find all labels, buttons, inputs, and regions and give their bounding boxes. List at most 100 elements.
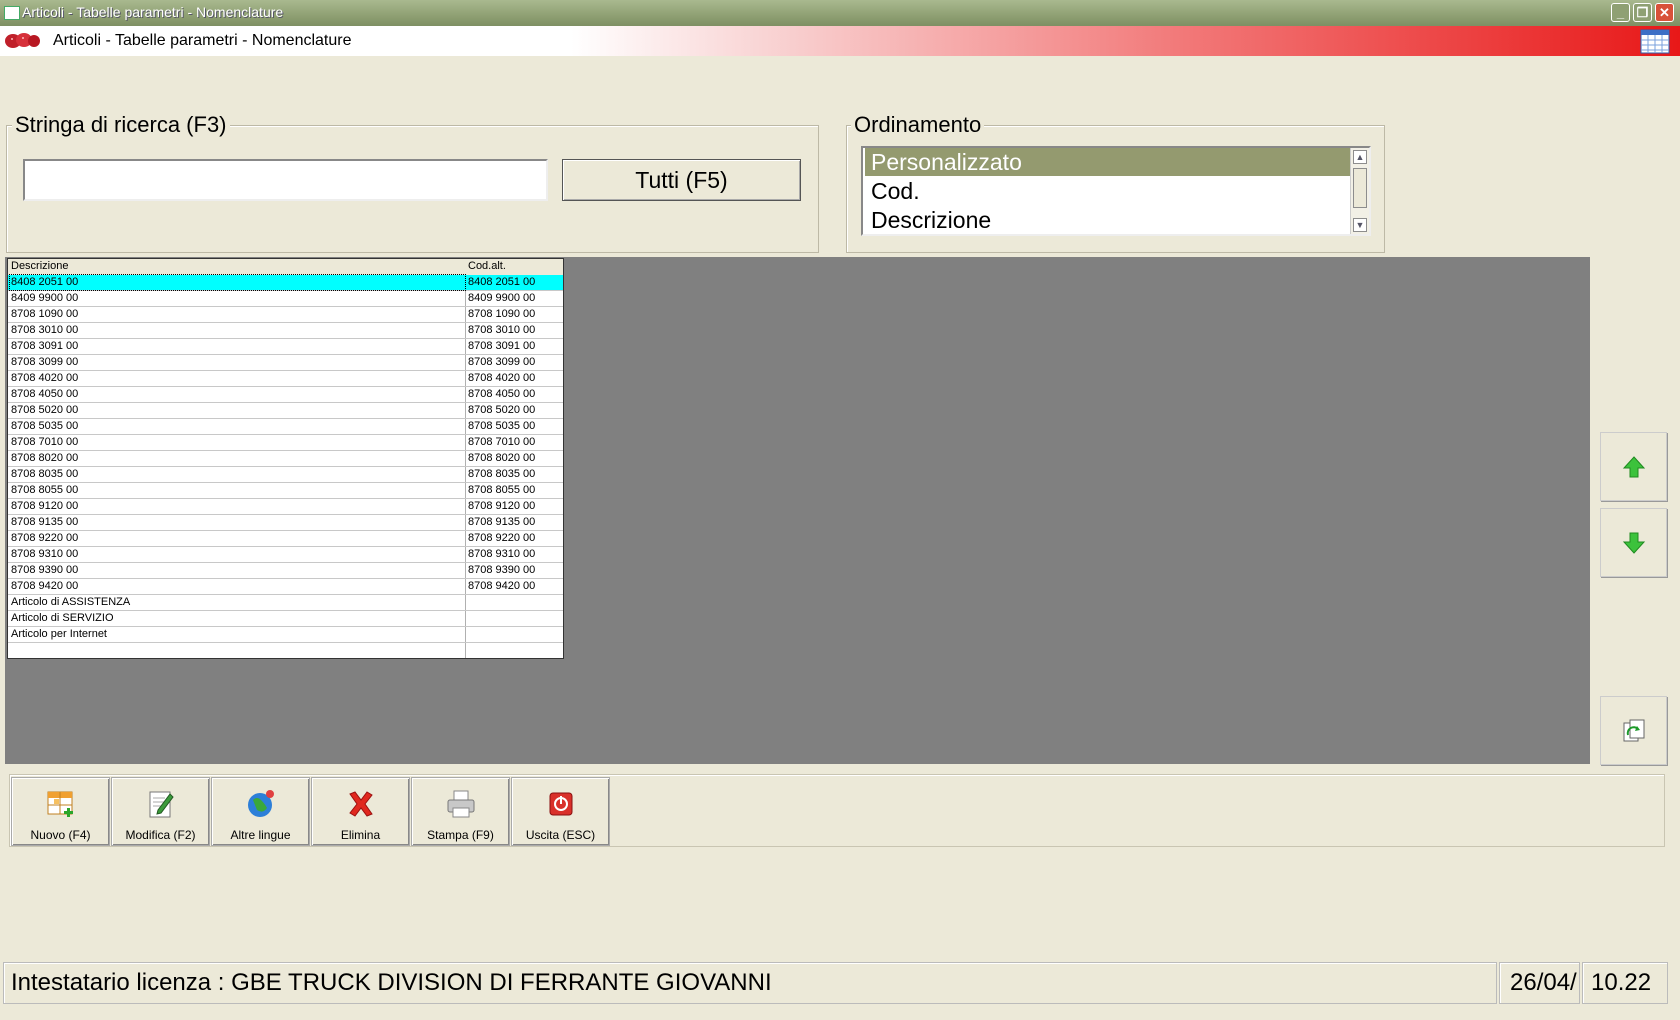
table-row[interactable]: 8409 9900 00 8409 9900 00 — [8, 291, 563, 307]
cell-descrizione[interactable]: Articolo per Internet — [11, 627, 466, 642]
delete-button[interactable]: Elimina — [311, 777, 410, 846]
scroll-thumb[interactable] — [1353, 168, 1367, 208]
table-row[interactable]: 8708 9390 00 8708 9390 00 — [8, 563, 563, 579]
move-down-button[interactable] — [1600, 508, 1667, 577]
cell-cod-alt[interactable]: 8708 7010 00 — [468, 435, 563, 450]
table-row[interactable]: 8708 3010 00 8708 3010 00 — [8, 323, 563, 339]
print-button[interactable]: Stampa (F9) — [411, 777, 510, 846]
cell-descrizione[interactable]: 8708 8035 00 — [11, 467, 466, 482]
form-header: Articoli - Tabelle parametri - Nomenclat… — [0, 26, 1680, 56]
table-row[interactable]: 8708 9420 00 8708 9420 00 — [8, 579, 563, 595]
cell-descrizione[interactable]: 8708 4020 00 — [11, 371, 466, 386]
table-row[interactable]: 8708 5020 00 8708 5020 00 — [8, 403, 563, 419]
cell-descrizione[interactable]: 8708 1090 00 — [11, 307, 466, 322]
cell-cod-alt[interactable]: 8408 2051 00 — [468, 275, 563, 290]
window-title: Articoli - Tabelle parametri - Nomenclat… — [22, 4, 284, 20]
cell-cod-alt[interactable]: 8708 9310 00 — [468, 547, 563, 562]
table-row[interactable]: 8708 9220 00 8708 9220 00 — [8, 531, 563, 547]
table-row[interactable]: 8708 9120 00 8708 9120 00 — [8, 499, 563, 515]
table-row[interactable]: 8708 4020 00 8708 4020 00 — [8, 371, 563, 387]
close-button[interactable]: ✕ — [1655, 3, 1674, 22]
table-row[interactable]: Articolo di SERVIZIO — [8, 611, 563, 627]
table-row[interactable]: 8708 7010 00 8708 7010 00 — [8, 435, 563, 451]
other-languages-button[interactable]: Altre lingue — [211, 777, 310, 846]
table-row[interactable]: 8708 8055 00 8708 8055 00 — [8, 483, 563, 499]
cell-descrizione[interactable]: 8708 4050 00 — [11, 387, 466, 402]
edit-button[interactable]: Modifica (F2) — [111, 777, 210, 846]
cell-descrizione[interactable]: 8708 5035 00 — [11, 419, 466, 434]
minimize-button[interactable]: _ — [1611, 3, 1630, 22]
table-row[interactable]: 8708 3099 00 8708 3099 00 — [8, 355, 563, 371]
cell-descrizione[interactable]: 8708 9420 00 — [11, 579, 466, 594]
cell-descrizione[interactable]: 8708 8055 00 — [11, 483, 466, 498]
move-up-button[interactable] — [1600, 432, 1667, 501]
cell-descrizione[interactable]: 8708 9310 00 — [11, 547, 466, 562]
window-title-bar[interactable]: Articoli - Tabelle parametri - Nomenclat… — [0, 0, 1680, 27]
table-row[interactable]: 8708 8020 00 8708 8020 00 — [8, 451, 563, 467]
cell-descrizione[interactable]: Articolo di ASSISTENZA — [11, 595, 466, 610]
new-button[interactable]: Nuovo (F4) — [11, 777, 110, 846]
cell-cod-alt[interactable]: 8708 4020 00 — [468, 371, 563, 386]
sort-option-descrizione[interactable]: Descrizione — [865, 206, 1353, 234]
restore-button[interactable]: ❐ — [1633, 3, 1652, 22]
cell-cod-alt[interactable]: 8708 9120 00 — [468, 499, 563, 514]
cell-cod-alt[interactable]: 8708 3091 00 — [468, 339, 563, 354]
table-row[interactable]: 8408 2051 00 8408 2051 00 — [8, 274, 563, 291]
cell-cod-alt[interactable]: 8708 3010 00 — [468, 323, 563, 338]
nomenclature-grid[interactable]: Descrizione Cod.alt. 8408 2051 00 8408 20… — [7, 258, 564, 659]
cell-cod-alt[interactable]: 8708 4050 00 — [468, 387, 563, 402]
table-row[interactable]: 8708 4050 00 8708 4050 00 — [8, 387, 563, 403]
cell-descrizione[interactable]: 8708 9390 00 — [11, 563, 466, 578]
exit-button[interactable]: Uscita (ESC) — [511, 777, 610, 846]
sort-option-cod[interactable]: Cod. — [865, 177, 1353, 205]
cell-descrizione[interactable]: 8408 2051 00 — [9, 274, 466, 291]
cell-cod-alt[interactable]: 8708 8055 00 — [468, 483, 563, 498]
cell-descrizione[interactable]: 8708 5020 00 — [11, 403, 466, 418]
cell-cod-alt[interactable]: 8708 9390 00 — [468, 563, 563, 578]
table-row[interactable]: Articolo di ASSISTENZA — [8, 595, 563, 611]
table-row[interactable] — [8, 643, 563, 658]
show-all-button[interactable]: Tutti (F5) — [562, 159, 801, 201]
cell-cod-alt[interactable]: 8708 8035 00 — [468, 467, 563, 482]
search-input[interactable] — [23, 159, 548, 201]
cell-descrizione[interactable]: 8708 9120 00 — [11, 499, 466, 514]
table-row[interactable]: 8708 9310 00 8708 9310 00 — [8, 547, 563, 563]
column-header-descrizione[interactable]: Descrizione — [11, 259, 466, 274]
cell-descrizione[interactable]: 8708 8020 00 — [11, 451, 466, 466]
table-row[interactable]: 8708 3091 00 8708 3091 00 — [8, 339, 563, 355]
cell-descrizione[interactable]: Articolo di SERVIZIO — [11, 611, 466, 626]
refresh-icon — [1623, 719, 1644, 741]
cell-descrizione[interactable]: 8708 3091 00 — [11, 339, 466, 354]
table-row[interactable]: 8708 1090 00 8708 1090 00 — [8, 307, 563, 323]
cell-cod-alt[interactable]: 8708 5035 00 — [468, 419, 563, 434]
scroll-down-icon[interactable]: ▼ — [1353, 218, 1367, 232]
column-header-cod-alt[interactable]: Cod.alt. — [468, 259, 563, 274]
license-status: Intestatario licenza : GBE TRUCK DIVISIO… — [3, 962, 1497, 1004]
new-table-icon — [47, 791, 73, 817]
scroll-up-icon[interactable]: ▲ — [1353, 150, 1367, 164]
table-row[interactable]: 8708 9135 00 8708 9135 00 — [8, 515, 563, 531]
cell-cod-alt[interactable]: 8708 5020 00 — [468, 403, 563, 418]
cell-descrizione[interactable]: 8708 7010 00 — [11, 435, 466, 450]
cell-cod-alt[interactable]: 8708 9220 00 — [468, 531, 563, 546]
cell-cod-alt[interactable]: 8708 1090 00 — [468, 307, 563, 322]
calendar-icon[interactable] — [1640, 28, 1670, 54]
cell-descrizione[interactable]: 8708 9220 00 — [11, 531, 466, 546]
refresh-button[interactable] — [1600, 696, 1667, 765]
cell-descrizione[interactable]: 8708 3010 00 — [11, 323, 466, 338]
sort-scrollbar[interactable]: ▲ ▼ — [1350, 148, 1369, 234]
table-row[interactable]: Articolo per Internet — [8, 627, 563, 643]
cell-cod-alt[interactable]: 8708 9135 00 — [468, 515, 563, 530]
cell-cod-alt[interactable]: 8409 9900 00 — [468, 291, 563, 306]
cell-descrizione[interactable]: 8409 9900 00 — [11, 291, 466, 306]
cell-descrizione[interactable]: 8708 3099 00 — [11, 355, 466, 370]
globe-icon — [248, 790, 274, 817]
cell-cod-alt[interactable]: 8708 3099 00 — [468, 355, 563, 370]
cell-cod-alt[interactable]: 8708 9420 00 — [468, 579, 563, 594]
sort-listbox[interactable]: Personalizzato Cod. Descrizione ▲ ▼ — [861, 146, 1371, 236]
cell-descrizione[interactable]: 8708 9135 00 — [11, 515, 466, 530]
cell-cod-alt[interactable]: 8708 8020 00 — [468, 451, 563, 466]
table-row[interactable]: 8708 5035 00 8708 5035 00 — [8, 419, 563, 435]
sort-option-personalizzato[interactable]: Personalizzato — [865, 148, 1353, 176]
table-row[interactable]: 8708 8035 00 8708 8035 00 — [8, 467, 563, 483]
